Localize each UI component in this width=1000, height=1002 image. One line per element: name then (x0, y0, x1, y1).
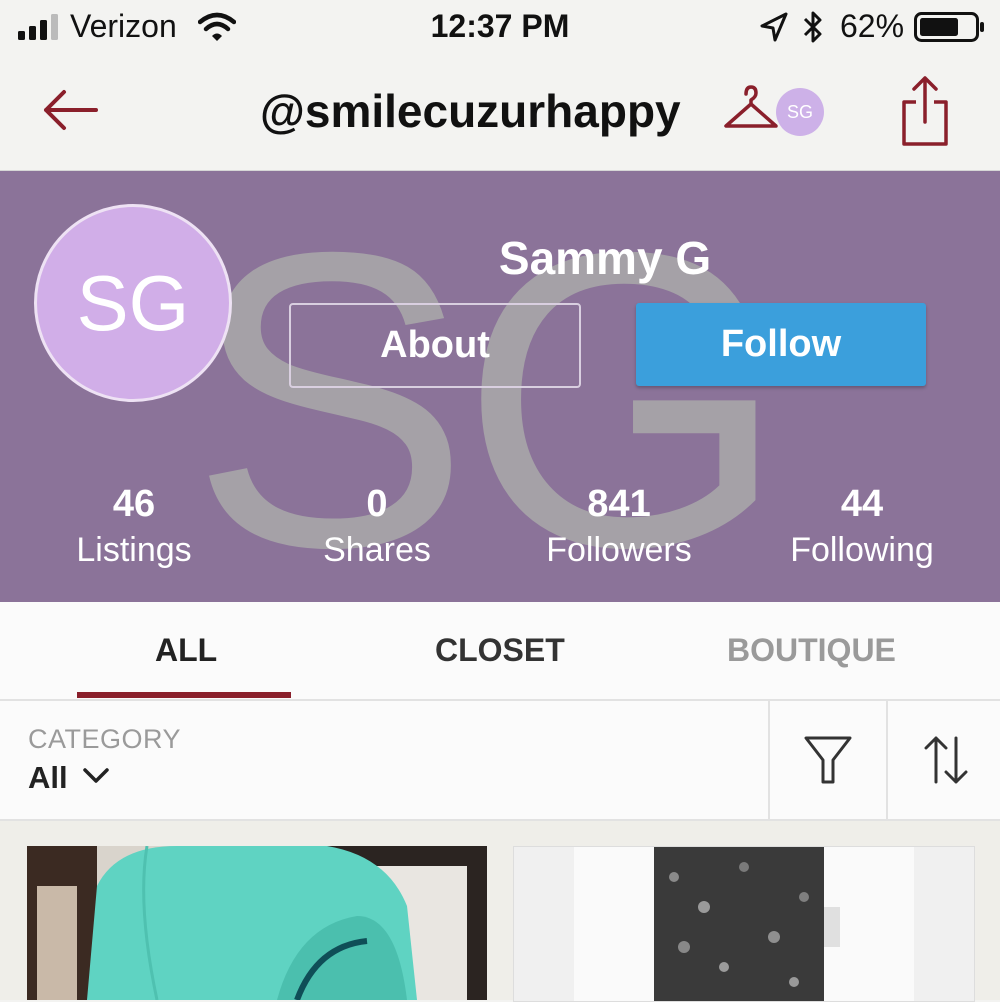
bluetooth-icon (803, 11, 822, 43)
battery-icon (914, 12, 984, 42)
divider (886, 701, 888, 819)
filter-icon[interactable] (800, 732, 856, 788)
nav-avatar[interactable]: SG (776, 88, 824, 136)
hanger-icon[interactable] (722, 84, 780, 134)
stat-following[interactable]: 44 Following (752, 483, 972, 570)
battery-percent: 62% (840, 8, 905, 44)
category-label: CATEGORY (28, 724, 182, 754)
stat-label: Following (790, 531, 934, 569)
stat-value: 841 (587, 483, 651, 525)
stat-value: 44 (840, 483, 884, 525)
profile-name: Sammy G (498, 232, 712, 284)
stat-value: 46 (112, 483, 156, 525)
stat-label: Shares (323, 531, 431, 569)
profile-header: SG SG Sammy G About Follow 46 Listings 0… (0, 171, 1000, 602)
listing-card[interactable] (513, 846, 975, 1002)
stat-value: 0 (366, 483, 388, 525)
tab-closet[interactable]: CLOSET (435, 632, 565, 669)
category-dropdown[interactable]: All (28, 760, 68, 796)
chevron-down-icon[interactable] (82, 764, 110, 788)
divider (768, 701, 770, 819)
tab-all[interactable]: ALL (155, 632, 217, 669)
location-icon (760, 12, 788, 42)
stat-shares[interactable]: 0 Shares (267, 483, 487, 570)
listing-photo (514, 847, 974, 1001)
about-button[interactable]: About (289, 303, 581, 388)
follow-button[interactable]: Follow (636, 303, 926, 386)
stat-label: Followers (546, 531, 692, 569)
stat-label: Listings (76, 531, 192, 569)
tab-boutique[interactable]: BOUTIQUE (727, 632, 896, 669)
listing-photo (27, 846, 487, 1000)
sort-icon[interactable] (918, 732, 974, 788)
page-title-username: @smilecuzurhappy (260, 85, 681, 137)
stat-listings[interactable]: 46 Listings (24, 483, 244, 570)
stat-followers[interactable]: 841 Followers (509, 483, 729, 570)
listing-card[interactable] (27, 846, 487, 1000)
share-icon[interactable] (896, 74, 954, 148)
back-arrow-icon[interactable] (40, 80, 100, 140)
active-tab-indicator (77, 692, 291, 698)
